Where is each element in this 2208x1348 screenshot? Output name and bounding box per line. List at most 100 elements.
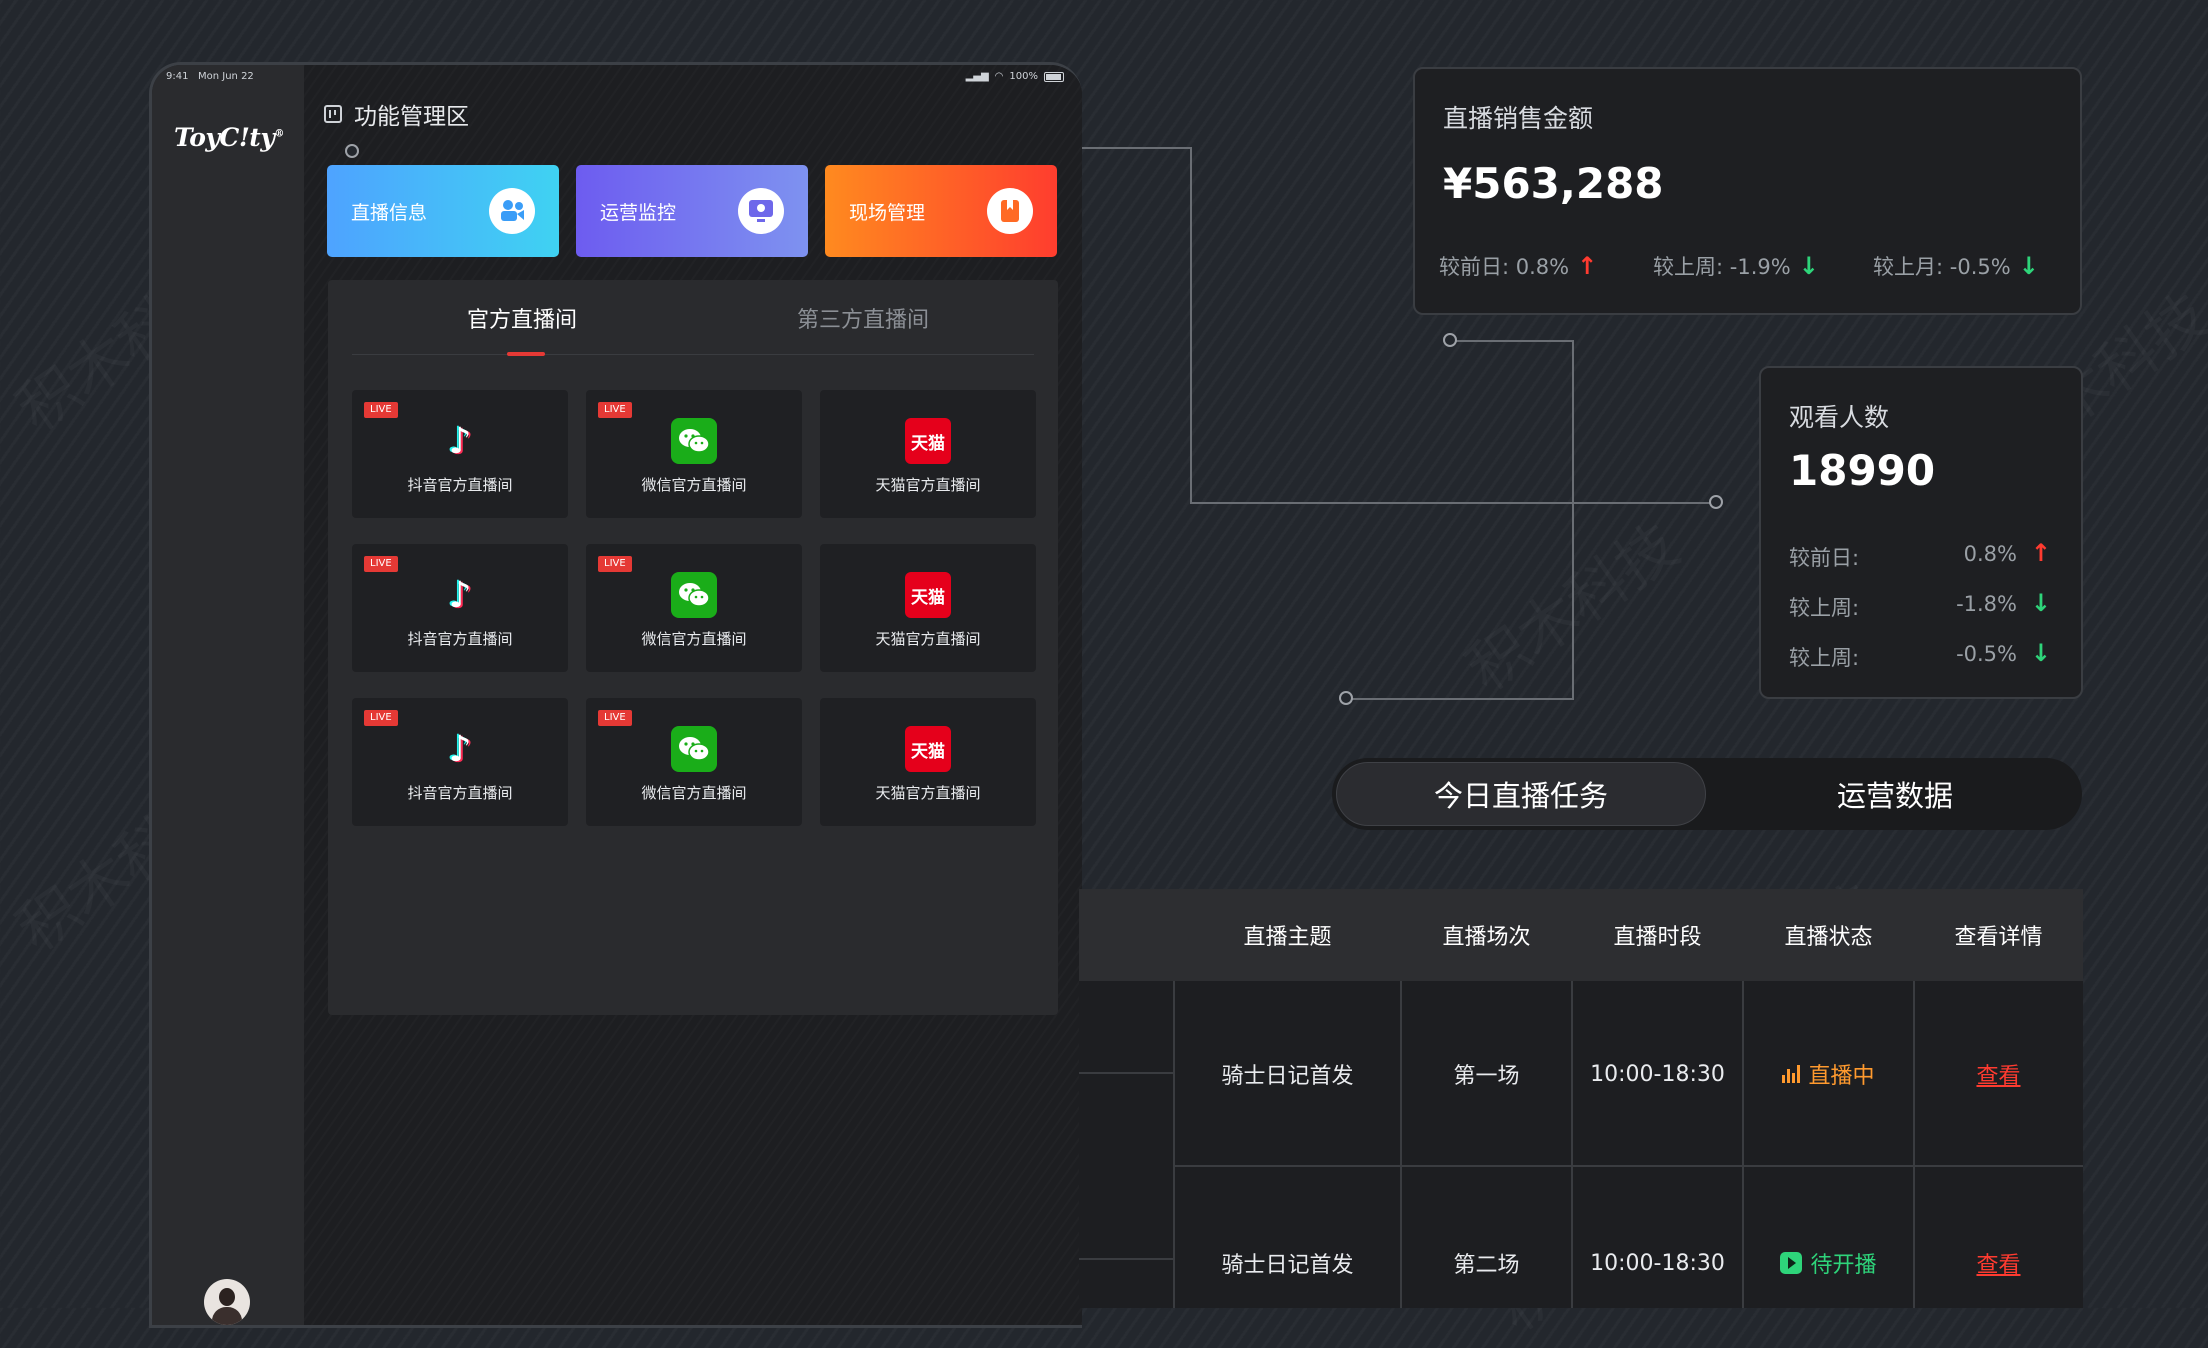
brand-logo: ToyC!ty® — [174, 123, 284, 152]
room-card-douyin[interactable]: LIVE ♪ 抖音官方直播间 — [352, 390, 568, 518]
chart-icon — [324, 105, 342, 123]
connector-line — [1352, 698, 1574, 700]
arrow-up-icon: ↑ — [2030, 539, 2051, 567]
connector-dot — [345, 144, 359, 158]
cell-topic: 骑士日记首发 — [1221, 1064, 1354, 1089]
arrow-down-icon: ↓ — [2030, 589, 2051, 617]
tablet-frame: ToyC!ty® 9:41 Mon Jun 22 ▂▄▆ ◠ 100% 功能管理… — [149, 62, 1082, 1328]
live-badge: LIVE — [598, 556, 632, 572]
sales-amount-card: 直播销售金额 ¥563,288 较前日: 0.8% ↑ 较上周: -1.9% ↓ 较… — [1413, 67, 2082, 315]
status-bar: 9:41 Mon Jun 22 ▂▄▆ ◠ 100% — [166, 71, 1064, 87]
arrow-down-icon: ↓ — [2018, 252, 2039, 280]
play-icon — [1780, 1252, 1803, 1274]
sidebar: ToyC!ty® — [152, 65, 304, 1325]
douyin-icon: ♪ — [448, 574, 472, 616]
active-tab-indicator — [507, 352, 545, 356]
room-card-label: 天猫官方直播间 — [875, 630, 981, 648]
live-room-panel: 官方直播间 第三方直播间 LIVE ♪ 抖音官方直播间 LIVE 微信官方直播间 — [328, 280, 1058, 1015]
room-grid: LIVE ♪ 抖音官方直播间 LIVE 微信官方直播间 天猫 天猫官方直播间 L… — [352, 390, 1036, 826]
connector-line — [1190, 502, 1715, 504]
viewers-card: 观看人数 18990 较前日: 0.8% ↑ 较上周: -1.8% ↓ 较上周:… — [1759, 366, 2083, 699]
cell-detail: 查看 — [1914, 1167, 2083, 1308]
tab-official-rooms[interactable]: 官方直播间 — [467, 302, 577, 334]
douyin-icon: ♪ — [448, 728, 472, 770]
table-divider — [1079, 1072, 1173, 1074]
function-area-title: 功能管理区 — [324, 97, 469, 131]
room-card-label: 抖音官方直播间 — [407, 476, 513, 494]
connector-line — [1452, 340, 1574, 342]
sales-compare-month: 较上月: -0.5% ↓ — [1873, 252, 2039, 280]
viewers-value: 18990 — [1789, 446, 1936, 495]
header-session: 直播场次 — [1442, 925, 1531, 950]
live-task-table: 直播主题 直播场次 直播时段 直播状态 查看详情 骑士日记首发 第一场 10:0… — [1079, 889, 2083, 1308]
bookmark-icon — [987, 188, 1033, 234]
douyin-icon: ♪ — [448, 420, 472, 462]
cell-time: 10:00-18:30 — [1590, 1250, 1725, 1276]
room-card-douyin[interactable]: LIVE ♪ 抖音官方直播间 — [352, 698, 568, 826]
room-card-label: 天猫官方直播间 — [875, 476, 981, 494]
live-badge: LIVE — [598, 402, 632, 418]
table-divider — [1079, 1258, 1173, 1260]
live-badge: LIVE — [364, 710, 398, 726]
sales-compare-day: 较前日: 0.8% ↑ — [1439, 252, 1598, 280]
header-status: 直播状态 — [1784, 925, 1873, 950]
wechat-icon — [671, 572, 717, 618]
room-card-label: 抖音官方直播间 — [407, 630, 513, 648]
segment-control: 今日直播任务 运营数据 — [1332, 758, 2082, 830]
cell-topic: 骑士日记首发 — [1221, 1253, 1354, 1278]
tab-today-live-tasks[interactable]: 今日直播任务 — [1336, 762, 1706, 826]
room-tabs: 官方直播间 第三方直播间 — [352, 280, 1034, 356]
view-detail-link[interactable]: 查看 — [1976, 1058, 2020, 1090]
tmall-icon: 天猫 — [905, 418, 951, 464]
connector-dot — [1443, 333, 1457, 347]
signal-icon: ▂▄▆ — [965, 71, 989, 82]
tab-operations-data[interactable]: 运营数据 — [1712, 762, 2078, 826]
tab-third-party-rooms[interactable]: 第三方直播间 — [797, 302, 929, 334]
status-date: Mon Jun 22 — [198, 71, 254, 82]
table-header: 直播主题 直播场次 直播时段 直播状态 查看详情 — [1079, 889, 2083, 981]
arrow-down-icon: ↓ — [1798, 252, 1819, 280]
live-badge: LIVE — [598, 710, 632, 726]
cell-session: 第一场 — [1453, 1064, 1520, 1089]
room-card-tmall[interactable]: 天猫 天猫官方直播间 — [820, 390, 1036, 518]
room-card-wechat[interactable]: LIVE 微信官方直播间 — [586, 698, 802, 826]
room-card-tmall[interactable]: 天猫 天猫官方直播间 — [820, 544, 1036, 672]
live-bars-icon — [1782, 1065, 1801, 1083]
header-time: 直播时段 — [1613, 925, 1702, 950]
header-topic: 直播主题 — [1243, 925, 1332, 950]
sales-compare-week: 较上周: -1.9% ↓ — [1653, 252, 1819, 280]
camera-user-icon — [489, 188, 535, 234]
monitor-icon — [738, 188, 784, 234]
arrow-up-icon: ↑ — [1577, 252, 1598, 280]
connector-line — [1572, 340, 1574, 700]
live-badge: LIVE — [364, 402, 398, 418]
site-management-button[interactable]: 现场管理 — [825, 165, 1057, 257]
room-card-label: 微信官方直播间 — [641, 630, 747, 648]
battery-icon — [1044, 71, 1064, 82]
cell-detail: 查看 — [1914, 983, 2083, 1165]
wechat-icon — [671, 418, 717, 464]
live-info-button[interactable]: 直播信息 — [327, 165, 559, 257]
room-card-label: 抖音官方直播间 — [407, 784, 513, 802]
connector-dot — [1709, 495, 1723, 509]
connector-line — [1190, 147, 1192, 503]
room-card-label: 天猫官方直播间 — [875, 784, 981, 802]
user-avatar[interactable] — [204, 1279, 250, 1325]
room-card-douyin[interactable]: LIVE ♪ 抖音官方直播间 — [352, 544, 568, 672]
room-card-wechat[interactable]: LIVE 微信官方直播间 — [586, 544, 802, 672]
battery-percent: 100% — [1009, 71, 1038, 82]
wifi-icon: ◠ — [994, 71, 1004, 82]
room-card-tmall[interactable]: 天猫 天猫官方直播间 — [820, 698, 1036, 826]
room-card-label: 微信官方直播间 — [641, 476, 747, 494]
watermark: 积木科技 — [1447, 499, 1693, 708]
view-detail-link[interactable]: 查看 — [1976, 1247, 2020, 1279]
operations-monitor-button[interactable]: 运营监控 — [576, 165, 808, 257]
viewers-title: 观看人数 — [1789, 403, 1890, 432]
sales-title: 直播销售金额 — [1443, 104, 1594, 133]
tmall-icon: 天猫 — [905, 726, 951, 772]
status-time: 9:41 — [166, 71, 189, 82]
room-card-wechat[interactable]: LIVE 微信官方直播间 — [586, 390, 802, 518]
wechat-icon — [671, 726, 717, 772]
sales-value: ¥563,288 — [1443, 159, 1664, 208]
tmall-icon: 天猫 — [905, 572, 951, 618]
